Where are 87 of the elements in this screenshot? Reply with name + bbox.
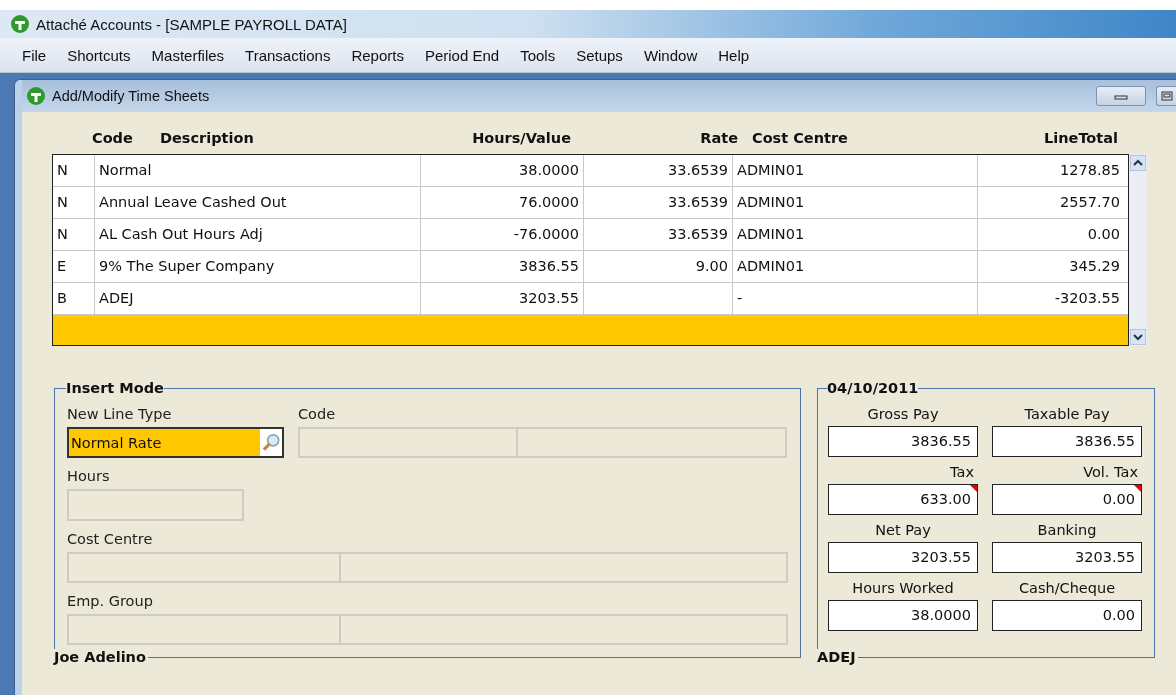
field-label: Tax <box>949 464 975 480</box>
search-icon[interactable] <box>260 429 282 456</box>
window-title: Attaché Accounts - [SAMPLE PAYROLL DATA] <box>36 15 347 33</box>
table-cell: 33.6539 <box>668 226 728 242</box>
amount-field: 3836.55 <box>828 426 978 457</box>
amount-field: 3836.55 <box>992 426 1142 457</box>
field-label: Taxable Pay <box>1023 406 1111 422</box>
menu-item[interactable]: Window <box>643 46 698 64</box>
table-cell: N <box>57 226 68 242</box>
table-cell: ADMIN01 <box>737 194 805 210</box>
line-type-field[interactable]: Normal Rate <box>67 427 284 458</box>
column-header: Rate <box>700 130 738 146</box>
amount-field: 3203.55 <box>992 542 1142 573</box>
field-label: Gross Pay <box>866 406 940 422</box>
menu-item[interactable]: Period End <box>424 46 500 64</box>
menu-item[interactable]: File <box>22 46 47 64</box>
table-cell: 9% The Super Company <box>99 258 275 274</box>
column-header: LineTotal <box>1044 130 1118 146</box>
menu-item[interactable]: Setups <box>576 46 623 64</box>
table-cell: 345.29 <box>1069 258 1120 274</box>
field-label: Cost Centre <box>67 531 154 547</box>
app-logo-icon <box>10 14 30 34</box>
table-cell: 2557.70 <box>1060 194 1120 210</box>
field-label: Banking <box>1036 522 1098 538</box>
menu-item[interactable]: Reports <box>351 46 404 64</box>
amount-field: 0.00 <box>992 600 1142 631</box>
table-cell: - <box>737 290 743 306</box>
field-label: Emp. Group <box>67 593 154 609</box>
amount-field: 38.0000 <box>828 600 978 631</box>
app-logo-icon <box>26 86 46 106</box>
amount-field: 3203.55 <box>828 542 978 573</box>
field-label: Hours Worked <box>851 580 955 596</box>
field-label: Code <box>298 406 337 422</box>
table-cell: B <box>57 290 67 306</box>
field-label: New Line Type <box>67 406 173 422</box>
table-cell: N <box>57 162 68 178</box>
amount-field: 0.00 <box>992 484 1142 515</box>
menu-item[interactable]: Shortcuts <box>67 46 131 64</box>
table-cell: 38.0000 <box>519 162 579 178</box>
table-cell: ADMIN01 <box>737 162 805 178</box>
table-cell: 33.6539 <box>668 194 728 210</box>
minimize-icon <box>1114 92 1128 100</box>
menu-item[interactable]: Masterfiles <box>151 46 225 64</box>
menu-item[interactable]: Help <box>718 46 750 64</box>
column-header: Hours/Value <box>472 130 571 146</box>
table-cell: N <box>57 194 68 210</box>
table-cell: 3203.55 <box>519 290 579 306</box>
table-cell: 33.6539 <box>668 162 728 178</box>
column-header: Description <box>160 130 254 146</box>
scroll-up-icon[interactable] <box>1130 155 1146 171</box>
table-cell: AL Cash Out Hours Adj <box>99 226 263 242</box>
amount-field: 633.00 <box>828 484 978 515</box>
table-cell: 76.0000 <box>519 194 579 210</box>
scroll-down-icon[interactable] <box>1130 329 1146 345</box>
table-cell: 9.00 <box>695 258 728 274</box>
cost-centre-field[interactable] <box>67 552 788 583</box>
table-cell: ADEJ <box>99 290 134 306</box>
column-header: Cost Centre <box>752 130 848 146</box>
field-label: Net Pay <box>874 522 932 538</box>
hours-field[interactable] <box>67 489 244 521</box>
table-cell: Annual Leave Cashed Out <box>99 194 287 210</box>
panel-title: 04/10/2011 <box>827 380 919 396</box>
menu-item[interactable]: Transactions <box>245 46 331 64</box>
scrollbar[interactable] <box>1129 154 1147 346</box>
emp-group-field[interactable] <box>67 614 788 645</box>
table-cell: 3836.55 <box>519 258 579 274</box>
table-cell: ADMIN01 <box>737 258 805 274</box>
field-label: Vol. Tax <box>1082 464 1139 480</box>
child-window-title: Add/Modify Time Sheets <box>52 88 210 104</box>
panel-footer: ADEJ <box>817 649 858 666</box>
field-label: Hours <box>67 468 111 484</box>
code-field[interactable] <box>298 427 787 458</box>
table-cell: -3203.55 <box>1054 290 1120 306</box>
restore-button[interactable] <box>1156 86 1176 106</box>
column-header: Code <box>92 130 133 146</box>
minimize-button[interactable] <box>1096 86 1146 106</box>
table-cell: -76.0000 <box>513 226 579 242</box>
table-cell: ADMIN01 <box>737 226 805 242</box>
panel-title: Insert Mode <box>66 380 164 396</box>
table-cell: Normal <box>99 162 152 178</box>
panel-footer: Joe Adelino <box>54 649 148 666</box>
field-label: Cash/Cheque <box>1017 580 1117 596</box>
restore-icon <box>1159 91 1174 101</box>
menu-item[interactable]: Tools <box>520 46 556 64</box>
table-cell: E <box>57 258 67 274</box>
table-cell: 0.00 <box>1087 226 1120 242</box>
table-cell: 1278.85 <box>1060 162 1120 178</box>
